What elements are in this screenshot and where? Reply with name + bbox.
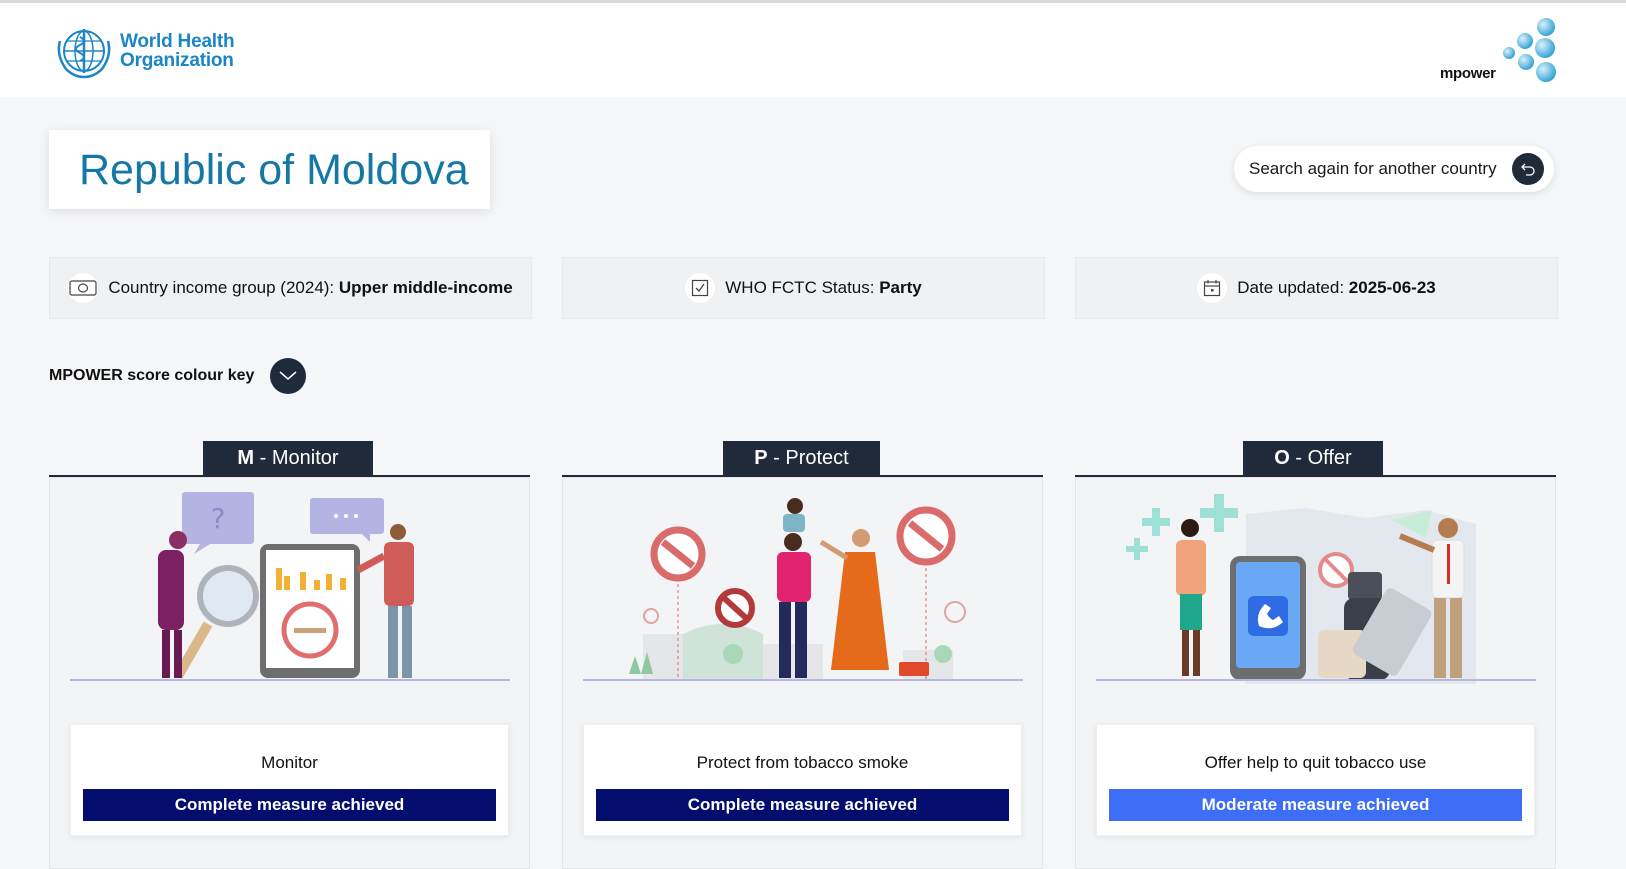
mpower-logo-text: mpower	[1440, 65, 1496, 82]
monitor-illustration: ?	[70, 492, 510, 681]
measure-title: Monitor	[261, 753, 318, 772]
date-updated-value: 2025-06-23	[1348, 278, 1436, 297]
mpower-logo[interactable]: mpower	[1438, 17, 1558, 87]
colour-key-toggle: MPOWER score colour key	[49, 358, 307, 394]
search-again-button[interactable]: Search again for another country	[1234, 146, 1554, 192]
income-group-value: Upper middle-income	[338, 278, 513, 297]
who-logo-line1: World Health	[120, 31, 235, 52]
mpower-column-monitor: M - Monitor ? Monitor Complete measure a…	[49, 441, 530, 869]
checkbox-icon	[685, 273, 716, 303]
banknote-icon	[68, 273, 99, 303]
income-group-info: Country income group (2024): Upper middl…	[49, 257, 532, 319]
fctc-status-info: WHO FCTC Status: Party	[562, 257, 1045, 319]
site-header: World Health Organization mpower	[0, 3, 1626, 97]
measure-title: Protect from tobacco smoke	[696, 753, 909, 772]
protect-illustration	[583, 498, 1023, 681]
tab-text: - Monitor	[254, 446, 339, 469]
tab-protect: P - Protect	[723, 441, 880, 475]
date-updated-label: Date updated:	[1237, 278, 1349, 297]
tab-letter: P	[754, 446, 768, 469]
return-arrow-icon	[1512, 153, 1544, 185]
who-logo[interactable]: World Health Organization	[54, 23, 235, 79]
date-updated-info: Date updated: 2025-06-23	[1075, 257, 1558, 319]
tab-letter: O	[1274, 446, 1290, 469]
measure-panel: Protect from tobacco smoke Complete meas…	[562, 477, 1043, 869]
measure-panel: ? Monitor Complete measure achieved	[49, 477, 530, 869]
measure-card: Protect from tobacco smoke Complete meas…	[583, 724, 1022, 836]
measure-panel: Offer help to quit tobacco use Moderate …	[1075, 477, 1556, 869]
tab-text: - Protect	[767, 446, 849, 469]
calendar-icon	[1197, 273, 1228, 303]
fctc-status-value: Party	[879, 278, 922, 297]
measure-status-bar: Complete measure achieved	[596, 789, 1009, 821]
income-group-label: Country income group (2024):	[108, 278, 339, 297]
tab-offer: O - Offer	[1243, 441, 1383, 475]
svg-text:?: ?	[211, 502, 226, 535]
tab-letter: M	[237, 446, 255, 469]
measure-title: Offer help to quit tobacco use	[1204, 753, 1427, 772]
country-title-card: Republic of Moldova	[49, 130, 490, 209]
who-emblem-icon	[57, 29, 111, 79]
country-name: Republic of Moldova	[79, 146, 469, 194]
who-logo-line2: Organization	[120, 50, 234, 71]
tab-monitor: M - Monitor	[203, 441, 373, 475]
chevron-down-icon[interactable]	[270, 358, 307, 394]
measure-status-bar: Complete measure achieved	[83, 789, 496, 821]
fctc-status-label: WHO FCTC Status:	[725, 278, 880, 297]
measure-status-bar: Moderate measure achieved	[1109, 789, 1522, 821]
search-again-label: Search again for another country	[1249, 159, 1497, 178]
colour-key-label: MPOWER score colour key	[49, 367, 255, 384]
mpower-column-offer: O - Offer Offer help to quit tobacco use…	[1075, 441, 1556, 869]
offer-illustration	[1096, 494, 1536, 684]
mpower-column-protect: P - Protect Protect from tobacco smoke C…	[562, 441, 1043, 869]
tab-text: - Offer	[1289, 446, 1352, 469]
measure-card: Offer help to quit tobacco use Moderate …	[1096, 724, 1535, 836]
measure-card: Monitor Complete measure achieved	[70, 724, 509, 836]
